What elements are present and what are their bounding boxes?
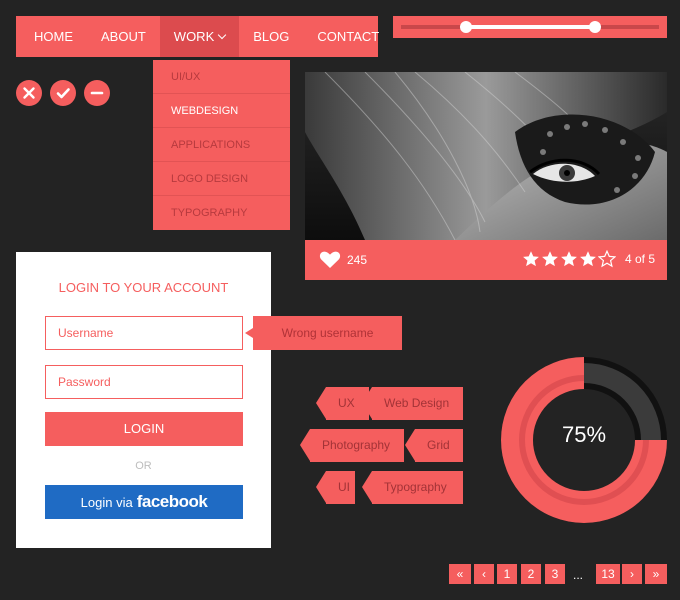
pagination-prev-button[interactable]: ‹: [474, 564, 494, 584]
featured-photo: [305, 72, 667, 240]
login-card: LOGIN TO YOUR ACCOUNT LOGIN OR Login via…: [16, 252, 271, 548]
pagination-page-3[interactable]: 3: [545, 564, 565, 584]
tag-photography[interactable]: Photography: [299, 429, 405, 462]
close-button[interactable]: [16, 80, 42, 106]
nav-item-label: HOME: [34, 29, 73, 44]
dropdown-item-typography[interactable]: TYPOGRAPHY: [153, 196, 290, 230]
photo-info-bar: 245 4 of 5: [305, 240, 667, 280]
tag-grid[interactable]: Grid: [405, 429, 463, 462]
check-icon: [56, 88, 70, 99]
range-slider[interactable]: [393, 16, 667, 38]
pagination-last-button[interactable]: »: [645, 564, 667, 584]
pagination-page-13[interactable]: 13: [596, 564, 620, 584]
star-empty-icon[interactable]: [597, 250, 616, 268]
nav-item-about[interactable]: ABOUT: [87, 16, 160, 57]
nav-item-blog[interactable]: BLOG: [239, 16, 303, 57]
nav-item-work[interactable]: WORK: [159, 16, 240, 57]
dropdown-item-applications[interactable]: APPLICATIONS: [153, 128, 290, 162]
star-filled-icon[interactable]: [560, 250, 578, 268]
slider-handle-low[interactable]: [459, 21, 472, 33]
pagination-ellipsis: ...: [572, 568, 583, 582]
nav-item-label: WORK: [173, 29, 215, 44]
pagination-next-button[interactable]: ›: [622, 564, 642, 584]
tag-typography[interactable]: Typography: [362, 471, 463, 504]
username-error-tooltip: Wrong username: [245, 316, 402, 350]
progress-donut: 75%: [501, 357, 667, 523]
remove-button[interactable]: [84, 80, 110, 106]
pagination-page-1[interactable]: 1: [497, 564, 517, 584]
nav-item-contact[interactable]: CONTACT: [303, 16, 393, 57]
facebook-logo: facebook: [136, 492, 208, 511]
facebook-button-label: Login via: [80, 495, 133, 510]
chevron-down-icon: [218, 30, 227, 40]
slider-handle-high[interactable]: [588, 21, 601, 33]
login-button[interactable]: LOGIN: [45, 412, 243, 446]
dropdown-item-webdesign[interactable]: WEBDESIGN: [153, 94, 290, 128]
tag-web-design[interactable]: Web Design: [362, 387, 463, 420]
nav-item-label: ABOUT: [101, 29, 146, 44]
main-nav: HOME ABOUT WORK BLOG CONTACT: [16, 16, 379, 57]
nav-item-label: CONTACT: [317, 29, 380, 44]
pagination-page-2[interactable]: 2: [521, 564, 541, 584]
password-input[interactable]: [45, 365, 243, 399]
dropdown-item-uiux[interactable]: UI/UX: [153, 60, 290, 94]
nav-item-label: BLOG: [253, 29, 290, 44]
close-icon: [23, 87, 35, 99]
star-filled-icon[interactable]: [522, 250, 540, 268]
tag-ui[interactable]: UI: [316, 471, 355, 504]
slider-selected-range: [465, 25, 595, 29]
nav-item-home[interactable]: HOME: [16, 16, 87, 57]
facebook-login-button[interactable]: Login via facebook: [45, 485, 243, 519]
donut-percent-label: 75%: [561, 422, 607, 447]
heart-icon: [319, 251, 341, 268]
pagination-first-button[interactable]: «: [449, 564, 471, 584]
dropdown-item-logo-design[interactable]: LOGO DESIGN: [153, 162, 290, 196]
star-filled-icon[interactable]: [579, 250, 597, 268]
or-divider: OR: [135, 460, 152, 472]
like-button[interactable]: 245: [319, 251, 367, 269]
confirm-button[interactable]: [50, 80, 76, 106]
username-input[interactable]: [45, 316, 243, 350]
portrait-image: [305, 72, 667, 240]
star-filled-icon[interactable]: [541, 250, 559, 268]
star-rating: 4 of 5: [522, 250, 655, 268]
work-dropdown-menu: UI/UX WEBDESIGN APPLICATIONS LOGO DESIGN…: [153, 60, 290, 230]
rating-text: 4 of 5: [624, 252, 655, 266]
like-count: 245: [347, 253, 368, 267]
login-title: LOGIN TO YOUR ACCOUNT: [58, 280, 229, 295]
minus-icon: [90, 91, 104, 95]
